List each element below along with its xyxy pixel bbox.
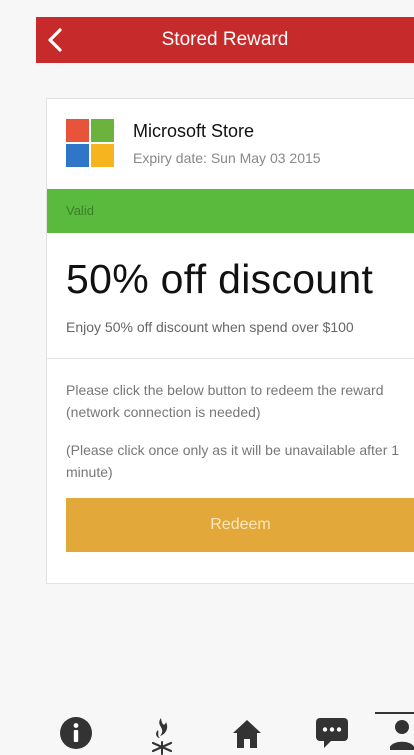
tab-home[interactable] [229,716,265,752]
redeem-instruction: Please click the below button to redeem … [66,382,384,420]
campfire-icon [151,718,173,755]
reward-description: Enjoy 50% off discount when spend over $… [66,319,354,335]
redeem-warning: (Please click once only as it will be un… [66,442,400,480]
chat-icon [316,718,348,748]
tab-messages[interactable] [314,716,350,752]
reward-title: 50% off discount [66,256,374,302]
tab-profile[interactable] [390,716,414,752]
tab-activities[interactable] [144,716,180,755]
microsoft-logo [66,119,114,167]
page-title: Stored Reward [161,29,289,50]
bottom-tab-bar [0,700,414,755]
profile-icon [390,720,414,750]
tab-info[interactable] [58,716,94,752]
expiry-date: Expiry date: Sun May 03 2015 [133,150,321,166]
reward-card: Microsoft Store Expiry date: Sun May 03 … [46,98,414,584]
status-badge: Valid [47,189,414,233]
header-bar: Stored Reward [36,17,414,63]
back-button[interactable] [42,26,68,54]
store-info: Microsoft Store Expiry date: Sun May 03 … [47,99,414,189]
home-icon [233,720,261,748]
active-tab-indicator [375,712,414,714]
redeem-button[interactable]: Redeem [66,498,414,552]
divider [47,358,414,359]
info-icon [60,717,92,749]
store-name: Microsoft Store [133,121,255,141]
chevron-left-icon [48,28,62,52]
